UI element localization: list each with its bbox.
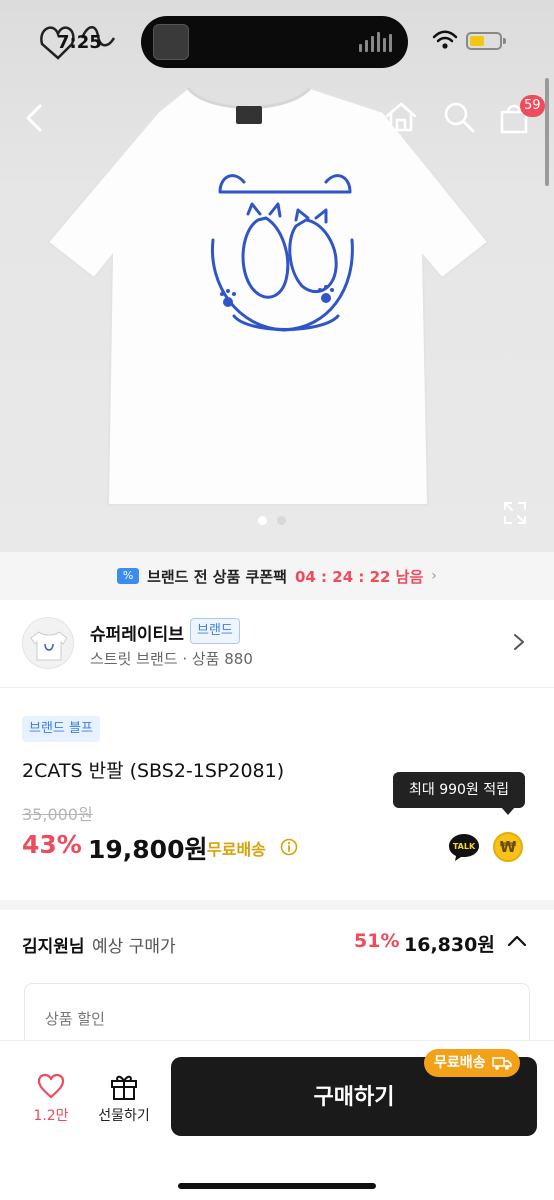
scrollbar[interactable] [545,78,549,186]
user-name: 김지원님 [22,937,85,957]
home-icon[interactable] [382,98,420,136]
cart-count-badge: 59 [520,95,545,117]
won-coin-icon[interactable]: ₩ [493,832,523,862]
info-icon[interactable] [280,838,298,856]
section-divider [0,900,554,910]
gift-icon [111,1075,137,1100]
brand-tag: 브랜드 [190,618,240,644]
tshirt-image [46,86,490,506]
brand-row[interactable]: 슈퍼레이티브 브랜드 스트릿 브랜드 · 상품 880 [0,600,554,688]
tooltip-arrow [501,807,515,815]
back-icon[interactable] [20,100,50,136]
brand-avatar [22,617,74,669]
free-shipping-label: 무료배송 [207,840,266,859]
now-playing-thumbnail [153,24,189,60]
coupon-icon: % [117,568,140,584]
battery-level [470,36,484,46]
promo-tag: 브랜드 블프 [22,716,100,742]
product-image-carousel[interactable]: 59 [0,0,554,552]
kakao-talk-icon[interactable]: TALK [447,832,481,862]
wifi-icon [432,30,458,49]
like-button[interactable]: 1.2만 [26,1073,76,1125]
gift-button[interactable]: 선물하기 [88,1071,160,1125]
free-shipping-pill-label: 무료배송 [434,1055,486,1071]
battery-icon [466,32,502,50]
search-icon[interactable] [440,98,478,136]
brand-name: 슈퍼레이티브 [90,625,184,645]
carousel-indicator [258,516,286,525]
sale-price: 19,800원 [88,835,208,864]
product-page: 59 7:25 % 브랜드 전 상품 쿠폰팩 04 : 24 : 22 남음 ›… [0,0,554,1200]
like-count: 1.2만 [33,1108,69,1124]
chevron-right-icon [514,634,524,650]
carousel-dot[interactable] [277,516,286,525]
brand-subtitle: 스트릿 브랜드 · 상품 880 [90,650,253,668]
free-shipping-pill: 무료배송 [424,1049,520,1077]
chevron-right-icon: › [431,568,437,584]
discount-box-label: 상품 할인 [45,1010,105,1028]
dynamic-island[interactable] [141,16,408,68]
carousel-dot-active[interactable] [258,516,267,525]
product-title: 2CATS 반팔 (SBS2-1SP2081) [22,760,285,782]
svg-text:TALK: TALK [453,842,476,851]
coupon-banner[interactable]: % 브랜드 전 상품 쿠폰팩 04 : 24 : 22 남음 › [0,552,554,600]
home-indicator [178,1183,376,1189]
coupon-text: 브랜드 전 상품 쿠폰팩 [147,567,287,586]
points-tooltip: 최대 990원 적립 [393,772,525,808]
battery-nub [503,38,506,44]
coupon-timer: 04 : 24 : 22 남음 [294,567,424,586]
status-time: 7:25 [57,32,102,53]
discount-rate: 43% [22,830,82,859]
gift-label: 선물하기 [98,1108,150,1124]
expected-price: 16,830원 [404,934,495,956]
bottom-action-bar: 1.2만 선물하기 구매하기 무료배송 [0,1040,554,1200]
audio-level-icon [359,32,392,52]
truck-icon [491,1057,512,1070]
expand-icon[interactable] [502,500,528,526]
original-price: 35,000원 [22,805,93,824]
heart-icon [37,1073,65,1099]
expected-price-label: 예상 구매가 [92,937,176,957]
expected-discount: 51% [354,930,400,952]
chevron-up-icon[interactable] [506,932,528,950]
